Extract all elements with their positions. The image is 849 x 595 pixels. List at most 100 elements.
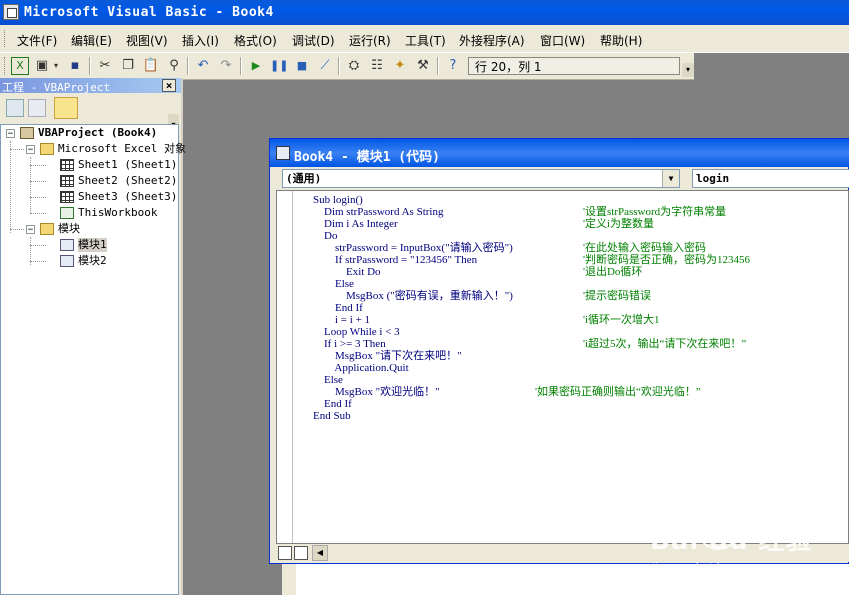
worksheet-icon xyxy=(60,191,74,203)
chevron-down-icon[interactable]: ▼ xyxy=(662,170,679,187)
tree-node-thisworkbook[interactable]: ThisWorkbook xyxy=(78,206,157,220)
dropdown-arrow-icon[interactable]: ▾ xyxy=(51,57,61,75)
tree-collapse-toggle[interactable]: − xyxy=(6,129,15,139)
procedure-dropdown[interactable]: login xyxy=(692,169,849,188)
tree-collapse-toggle[interactable]: − xyxy=(26,225,35,235)
code-line[interactable]: Dim strPassword As String '设置strPassword为… xyxy=(313,206,726,218)
code-line[interactable]: End If xyxy=(313,398,352,410)
code-line[interactable]: MsgBox "欢迎光临！" '如果密码正确则输出“欢迎光临！” xyxy=(313,386,701,398)
module-icon xyxy=(276,146,290,160)
menu-debug[interactable]: 调试(D) xyxy=(292,32,335,49)
find-icon[interactable]: ⚲ xyxy=(165,57,183,75)
menu-addins[interactable]: 外接程序(A) xyxy=(459,32,525,49)
watermark-text: Bai du 经验 xyxy=(650,526,813,556)
menu-run[interactable]: 运行(R) xyxy=(349,32,391,49)
toolbox-icon[interactable]: ⚒ xyxy=(414,57,432,75)
tree-node-excel-objects[interactable]: Microsoft Excel 对象 xyxy=(58,142,186,156)
view-code-icon[interactable] xyxy=(6,99,24,117)
code-statement: MsgBox "欢迎光临！" xyxy=(313,386,440,398)
code-line[interactable]: End If xyxy=(313,302,363,314)
copy-icon[interactable]: ❐ xyxy=(119,57,137,75)
code-statement: MsgBox "请下次在来吧！" xyxy=(313,350,462,362)
code-line[interactable]: Sub login() xyxy=(313,194,363,206)
save-icon[interactable]: ▪ xyxy=(66,57,84,75)
design-mode-icon[interactable]: ⟋ xyxy=(316,57,334,75)
margin-indicator-bar[interactable] xyxy=(277,191,293,543)
menu-tools[interactable]: 工具(T) xyxy=(405,32,446,49)
code-window-titlebar[interactable]: Book4 - 模块1 (代码) xyxy=(270,139,849,167)
code-line[interactable]: Else xyxy=(313,374,343,386)
code-line[interactable]: If i >= 3 Then 'i超过5次，输出“请下次在来吧！” xyxy=(313,338,746,350)
object-browser-icon[interactable]: ✦ xyxy=(391,57,409,75)
menu-grip-handle[interactable] xyxy=(4,30,7,47)
tree-connector xyxy=(30,261,46,262)
code-statement: Sub login() xyxy=(313,194,363,206)
properties-icon[interactable]: ☷ xyxy=(368,57,386,75)
paste-icon[interactable]: 📋 xyxy=(142,57,160,75)
undo-icon[interactable]: ↶ xyxy=(194,57,212,75)
menu-window[interactable]: 窗口(W) xyxy=(540,32,585,49)
insert-userform-icon[interactable]: ▣ xyxy=(33,57,51,75)
code-line[interactable]: strPassword = InputBox("请输入密码") '在此处输入密码输… xyxy=(313,242,706,254)
toolbar-separator xyxy=(187,57,189,75)
code-comment: '提示密码错误 xyxy=(583,290,651,302)
code-line[interactable]: Exit Do '退出Do循环 xyxy=(313,266,642,278)
tree-node-module1[interactable]: 模块1 xyxy=(78,238,107,252)
code-statement: If i >= 3 Then xyxy=(313,338,386,350)
menu-file[interactable]: 文件(F) xyxy=(17,32,57,49)
menu-edit[interactable]: 编辑(E) xyxy=(71,32,112,49)
view-object-icon[interactable] xyxy=(28,99,46,117)
code-line[interactable]: Else xyxy=(313,278,354,290)
workbook-icon xyxy=(60,207,74,219)
menu-view[interactable]: 视图(V) xyxy=(126,32,168,49)
scroll-left-icon[interactable]: ◀ xyxy=(312,545,328,561)
full-module-view-icon[interactable] xyxy=(294,546,308,560)
close-icon[interactable]: × xyxy=(162,79,176,92)
code-line[interactable]: Application.Quit xyxy=(313,362,408,374)
toolbar-grip-handle[interactable] xyxy=(4,57,7,75)
code-line[interactable]: MsgBox ("密码有误，重新输入！") '提示密码错误 xyxy=(313,290,651,302)
code-line[interactable]: MsgBox "请下次在来吧！" xyxy=(313,350,462,362)
vba-app-icon[interactable] xyxy=(3,4,19,20)
code-line[interactable]: Loop While i < 3 xyxy=(313,326,400,338)
tree-collapse-toggle[interactable]: − xyxy=(26,145,35,155)
menu-help[interactable]: 帮助(H) xyxy=(600,32,642,49)
code-comment: '在此处输入密码输入密码 xyxy=(583,242,706,254)
tree-node-modules[interactable]: 模块 xyxy=(58,222,80,236)
toggle-folders-icon[interactable] xyxy=(54,97,78,119)
code-comment: 'i超过5次，输出“请下次在来吧！” xyxy=(583,338,747,350)
tree-node-sheet1[interactable]: Sheet1 (Sheet1) xyxy=(78,158,177,172)
redo-icon[interactable]: ↷ xyxy=(217,57,235,75)
tree-connector xyxy=(30,181,46,182)
code-line[interactable]: If strPassword = "123456" Then '判断密码是否正确，… xyxy=(313,254,750,266)
watermark-url: jingyan.baidu.com xyxy=(652,560,754,573)
tree-node-sheet3[interactable]: Sheet3 (Sheet3) xyxy=(78,190,177,204)
run-icon[interactable]: ▶ xyxy=(247,57,265,75)
break-icon[interactable]: ❚❚ xyxy=(270,57,288,75)
toolbar-options-chevron-icon[interactable]: ▾ xyxy=(682,63,694,77)
reset-icon[interactable]: ■ xyxy=(293,57,311,75)
module-icon xyxy=(60,239,74,251)
cut-icon[interactable]: ✂ xyxy=(96,57,114,75)
code-comment: '判断密码是否正确，密码为123456 xyxy=(583,254,750,266)
code-editor[interactable]: Sub login() Dim strPassword As String '设置… xyxy=(276,190,849,544)
help-icon[interactable]: ? xyxy=(444,57,462,75)
menu-format[interactable]: 格式(O) xyxy=(234,32,277,49)
window-title: Microsoft Visual Basic - Book4 xyxy=(24,5,274,20)
tree-node-module2[interactable]: 模块2 xyxy=(78,254,107,268)
project-explorer-titlebar[interactable]: 工程 - VBAProject × xyxy=(0,78,181,94)
code-line[interactable]: i = i + 1 'i循环一次增大1 xyxy=(313,314,660,326)
menu-insert[interactable]: 插入(I) xyxy=(182,32,219,49)
object-dropdown[interactable]: (通用) ▼ xyxy=(282,169,680,188)
procedure-view-icon[interactable] xyxy=(278,546,292,560)
menu-bar: 文件(F) 编辑(E) 视图(V) 插入(I) 格式(O) 调试(D) 运行(R… xyxy=(0,25,849,53)
worksheet-icon xyxy=(60,175,74,187)
tree-node-vbaproject[interactable]: VBAProject (Book4) xyxy=(38,126,157,140)
project-explorer-icon[interactable]: ⛭ xyxy=(345,57,363,75)
code-line[interactable]: Do xyxy=(313,230,337,242)
excel-icon[interactable]: X xyxy=(11,57,29,75)
code-line[interactable]: End Sub xyxy=(313,410,351,422)
code-statement: If strPassword = "123456" Then xyxy=(313,254,478,266)
tree-node-sheet2[interactable]: Sheet2 (Sheet2) xyxy=(78,174,177,188)
code-line[interactable]: Dim i As Integer '定义i为整数量 xyxy=(313,218,654,230)
